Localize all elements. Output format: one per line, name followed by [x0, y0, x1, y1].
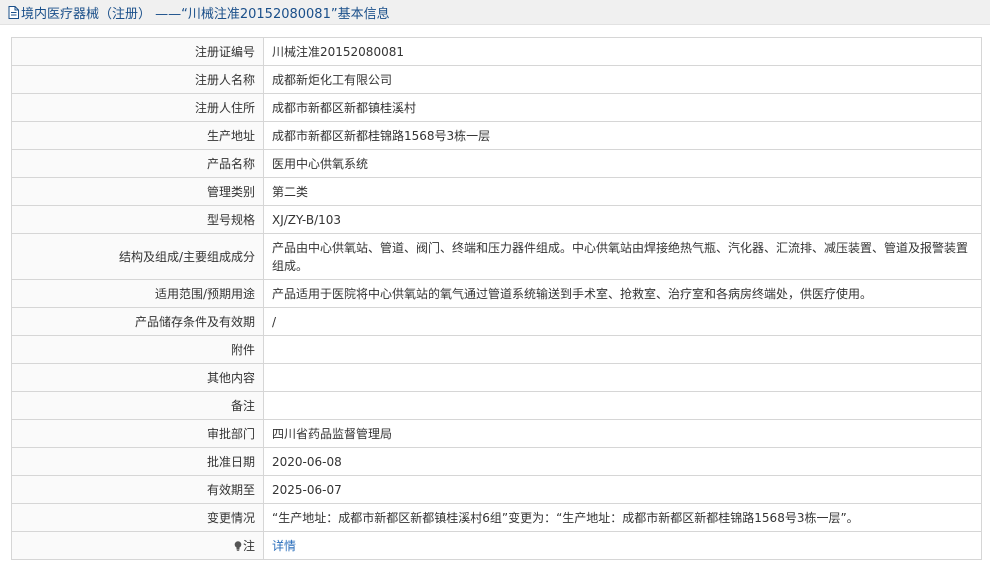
row-value: 成都市新都区新都镇桂溪村: [263, 93, 982, 122]
page-title: 境内医疗器械（注册） ——“川械注准20152080081”基本信息: [21, 6, 390, 22]
row-label: 附件: [11, 335, 264, 364]
row-value: XJ/ZY-B/103: [263, 205, 982, 234]
table-row: 批准日期 2020-06-08: [11, 447, 982, 476]
info-table: 注册证编号 川械注准20152080081 注册人名称 成都新炬化工有限公司 注…: [11, 37, 982, 560]
row-label: 结构及组成/主要组成成分: [11, 233, 264, 280]
note-value-cell: 详情: [263, 531, 982, 560]
table-row: 审批部门 四川省药品监督管理局: [11, 419, 982, 448]
table-row: 结构及组成/主要组成成分 产品由中心供氧站、管道、阀门、终端和压力器件组成。中心…: [11, 233, 982, 280]
row-value: [263, 335, 982, 364]
table-row: 生产地址 成都市新都区新都桂锦路1568号3栋一层: [11, 121, 982, 150]
table-row: 其他内容: [11, 363, 982, 392]
table-row: 型号规格 XJ/ZY-B/103: [11, 205, 982, 234]
document-icon: [8, 5, 19, 19]
row-value: 产品由中心供氧站、管道、阀门、终端和压力器件组成。中心供氧站由焊接绝热气瓶、汽化…: [263, 233, 982, 280]
table-row: 管理类别 第二类: [11, 177, 982, 206]
table-row: 注册人名称 成都新炬化工有限公司: [11, 65, 982, 94]
row-label: 注册人名称: [11, 65, 264, 94]
lightbulb-icon: [234, 540, 242, 551]
row-value: 2020-06-08: [263, 447, 982, 476]
row-value: 2025-06-07: [263, 475, 982, 504]
row-label: 产品名称: [11, 149, 264, 178]
row-label: 变更情况: [11, 503, 264, 532]
table-row: 附件: [11, 335, 982, 364]
row-label: 产品储存条件及有效期: [11, 307, 264, 336]
row-value: “生产地址：成都市新都区新都镇桂溪村6组”变更为：“生产地址：成都市新都区新都桂…: [263, 503, 982, 532]
row-value: 成都新炬化工有限公司: [263, 65, 982, 94]
row-label: 适用范围/预期用途: [11, 279, 264, 308]
row-label: 注册证编号: [11, 37, 264, 66]
row-label: 管理类别: [11, 177, 264, 206]
table-row: 有效期至 2025-06-07: [11, 475, 982, 504]
row-label: 批准日期: [11, 447, 264, 476]
row-value: [263, 363, 982, 392]
table-row: 备注: [11, 391, 982, 420]
table-row: 注册证编号 川械注准20152080081: [11, 37, 982, 66]
row-label: 审批部门: [11, 419, 264, 448]
row-value: [263, 391, 982, 420]
row-value: 产品适用于医院将中心供氧站的氧气通过管道系统输送到手术室、抢救室、治疗室和各病房…: [263, 279, 982, 308]
row-label: 有效期至: [11, 475, 264, 504]
row-label: 其他内容: [11, 363, 264, 392]
note-label: 注: [242, 538, 255, 553]
row-label: 备注: [11, 391, 264, 420]
table-row: 变更情况 “生产地址：成都市新都区新都镇桂溪村6组”变更为：“生产地址：成都市新…: [11, 503, 982, 532]
table-row: 适用范围/预期用途 产品适用于医院将中心供氧站的氧气通过管道系统输送到手术室、抢…: [11, 279, 982, 308]
row-value: /: [263, 307, 982, 336]
row-value: 第二类: [263, 177, 982, 206]
row-value: 医用中心供氧系统: [263, 149, 982, 178]
table-row-note: 注 详情: [11, 531, 982, 560]
page-header: 境内医疗器械（注册） ——“川械注准20152080081”基本信息: [0, 0, 990, 25]
table-row: 产品名称 医用中心供氧系统: [11, 149, 982, 178]
details-link[interactable]: 详情: [272, 539, 296, 553]
row-value: 川械注准20152080081: [263, 37, 982, 66]
table-row: 注册人住所 成都市新都区新都镇桂溪村: [11, 93, 982, 122]
row-label: 型号规格: [11, 205, 264, 234]
row-value: 四川省药品监督管理局: [263, 419, 982, 448]
row-label: 生产地址: [11, 121, 264, 150]
row-value: 成都市新都区新都桂锦路1568号3栋一层: [263, 121, 982, 150]
row-label: 注册人住所: [11, 93, 264, 122]
note-label-cell: 注: [11, 531, 264, 560]
table-row: 产品储存条件及有效期 /: [11, 307, 982, 336]
